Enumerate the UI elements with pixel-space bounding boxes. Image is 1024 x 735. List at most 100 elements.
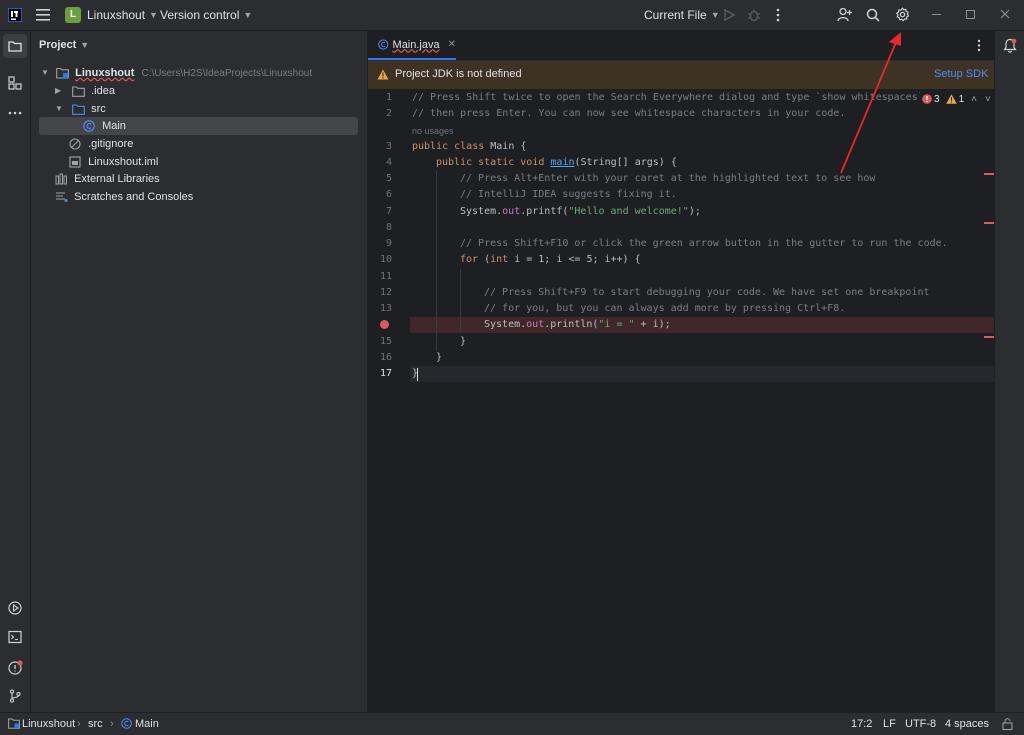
project-widget[interactable]: L Linuxshout ▼ xyxy=(65,0,158,30)
code-line-7: System.out.printf("Hello and welcome!"); xyxy=(460,204,701,220)
code-line-9: // Press Shift+F10 or click the green ar… xyxy=(460,238,948,249)
banner-text: Project JDK is not defined xyxy=(395,68,522,80)
root-name: Linuxshout xyxy=(75,67,135,79)
breadcrumb-project[interactable]: Linuxshout xyxy=(22,713,75,735)
tree-item-root[interactable]: ▼ Linuxshout C:\Users\H2S\IdeaProjects\L… xyxy=(41,64,312,82)
notifications-bell-icon[interactable] xyxy=(1003,38,1017,53)
editor-gutter[interactable]: 1 2 3 4 5 6 7 8 9 10 11 12 13 15 16 17 xyxy=(368,89,410,712)
code-text: ); xyxy=(688,206,701,217)
chevron-down-icon: ▼ xyxy=(149,10,158,20)
inspection-widget[interactable]: 3 1 ˄ ˅ xyxy=(920,92,991,106)
text-caret xyxy=(417,368,418,381)
chevron-down-icon: ▼ xyxy=(55,104,63,114)
lock-icon[interactable] xyxy=(1002,718,1013,730)
run-config-selector[interactable]: Current File ▼ xyxy=(644,0,720,30)
warning-count: 1 xyxy=(958,93,965,105)
code-line-12: // Press Shift+F9 to start debugging you… xyxy=(484,287,930,298)
project-tool-button[interactable] xyxy=(3,34,27,58)
close-button[interactable] xyxy=(1000,9,1010,19)
vcs-label: Version control xyxy=(160,8,240,22)
debug-icon[interactable] xyxy=(747,8,761,22)
caret-position[interactable]: 17:2 xyxy=(851,713,872,735)
terminal-icon[interactable] xyxy=(8,630,22,644)
java-class-icon xyxy=(83,120,95,132)
code-function: main xyxy=(550,157,575,168)
tab-options-icon[interactable] xyxy=(977,39,981,52)
tab-label: Main.java xyxy=(392,38,440,51)
error-count: 3 xyxy=(934,93,940,105)
error-stripe-mark[interactable] xyxy=(984,336,994,338)
code-keyword: public class xyxy=(412,141,485,152)
code-string: "i = " xyxy=(598,319,635,330)
project-panel-header[interactable]: Project ▼ xyxy=(39,39,89,51)
line-number: 9 xyxy=(385,238,392,249)
main-menu-icon[interactable] xyxy=(36,9,50,21)
code-line-10: for (int i = 1; i <= 5; i++) { xyxy=(460,252,641,268)
line-number-current: 17 xyxy=(379,368,392,379)
breadcrumb-separator-icon: › xyxy=(110,718,114,730)
code-field: out xyxy=(526,319,545,330)
tree-item-src[interactable]: ▼ src xyxy=(55,100,106,118)
tree-item-iml[interactable]: Linuxshout.iml xyxy=(69,153,158,171)
breakpoint-icon[interactable] xyxy=(380,320,389,329)
run-config-label: Current File xyxy=(644,8,707,22)
breadcrumb-src[interactable]: src xyxy=(88,713,103,735)
tree-item-gitignore[interactable]: .gitignore xyxy=(69,135,133,153)
tree-label: Scratches and Consoles xyxy=(74,191,194,203)
more-actions-icon[interactable] xyxy=(776,8,780,22)
code-keyword: int xyxy=(490,254,509,265)
error-stripe-mark[interactable] xyxy=(984,173,994,175)
git-icon[interactable] xyxy=(8,689,22,703)
settings-gear-icon[interactable] xyxy=(895,7,910,22)
module-file-icon xyxy=(69,156,81,168)
line-number: 5 xyxy=(385,173,392,184)
caret-line-highlight xyxy=(410,366,994,382)
file-encoding[interactable]: UTF-8 xyxy=(905,713,936,735)
tree-item-main[interactable]: Main xyxy=(83,117,126,135)
code-text: .println( xyxy=(544,319,599,330)
code-text: System. xyxy=(484,319,527,330)
problems-icon[interactable] xyxy=(8,660,23,675)
close-tab-icon[interactable]: ✕ xyxy=(448,39,456,50)
code-line-6: // IntelliJ IDEA suggests fixing it. xyxy=(460,189,677,200)
intellij-logo-icon[interactable] xyxy=(8,8,22,22)
structure-icon[interactable] xyxy=(8,76,22,90)
chevron-down-icon[interactable]: ˅ xyxy=(985,94,991,105)
setup-sdk-link[interactable]: Setup SDK xyxy=(934,68,988,80)
code-line-5: // Press Alt+Enter with your caret at th… xyxy=(460,173,876,184)
code-text: ( xyxy=(478,254,491,265)
warning-icon xyxy=(945,94,957,104)
run-icon[interactable] xyxy=(723,9,735,21)
chevron-up-icon[interactable]: ˄ xyxy=(971,94,977,105)
usage-hint[interactable]: no usages xyxy=(412,123,454,139)
error-stripe-mark[interactable] xyxy=(984,222,994,224)
title-bar: L Linuxshout ▼ Version control ▼ Current… xyxy=(0,0,1024,31)
tree-item-external-libraries[interactable]: External Libraries xyxy=(55,170,160,188)
minimize-button[interactable] xyxy=(932,14,941,15)
services-run-icon[interactable] xyxy=(8,601,22,615)
breadcrumb-main[interactable]: Main xyxy=(135,713,159,735)
tab-main-java[interactable]: Main.java ✕ xyxy=(368,31,456,60)
vcs-widget[interactable]: Version control ▼ xyxy=(160,0,252,30)
chevron-down-icon: ▼ xyxy=(710,10,720,20)
module-icon xyxy=(8,718,20,729)
code-text: System. xyxy=(460,206,503,217)
tree-item-idea[interactable]: ▶ .idea xyxy=(55,82,115,100)
search-icon[interactable] xyxy=(866,8,880,22)
line-number: 13 xyxy=(379,303,392,314)
line-number: 15 xyxy=(379,336,392,347)
tree-label: src xyxy=(91,103,106,115)
more-tools-icon[interactable] xyxy=(8,111,22,115)
code-editor[interactable]: // Press Shift twice to open the Search … xyxy=(410,89,994,712)
code-line-2: // then press Enter. You can now see whi… xyxy=(412,108,846,119)
project-panel-title: Project xyxy=(39,39,77,51)
status-bar: Linuxshout › src › Main 17:2 LF UTF-8 4 … xyxy=(0,712,1024,735)
tree-item-scratches[interactable]: Scratches and Consoles xyxy=(55,188,193,206)
code-with-me-icon[interactable] xyxy=(837,7,852,22)
code-line-3: public class Main { xyxy=(412,139,526,155)
indent-setting[interactable]: 4 spaces xyxy=(945,713,989,735)
folder-icon xyxy=(8,41,22,52)
maximize-button[interactable] xyxy=(966,10,975,19)
code-text: + i); xyxy=(634,319,671,330)
line-separator[interactable]: LF xyxy=(883,713,896,735)
